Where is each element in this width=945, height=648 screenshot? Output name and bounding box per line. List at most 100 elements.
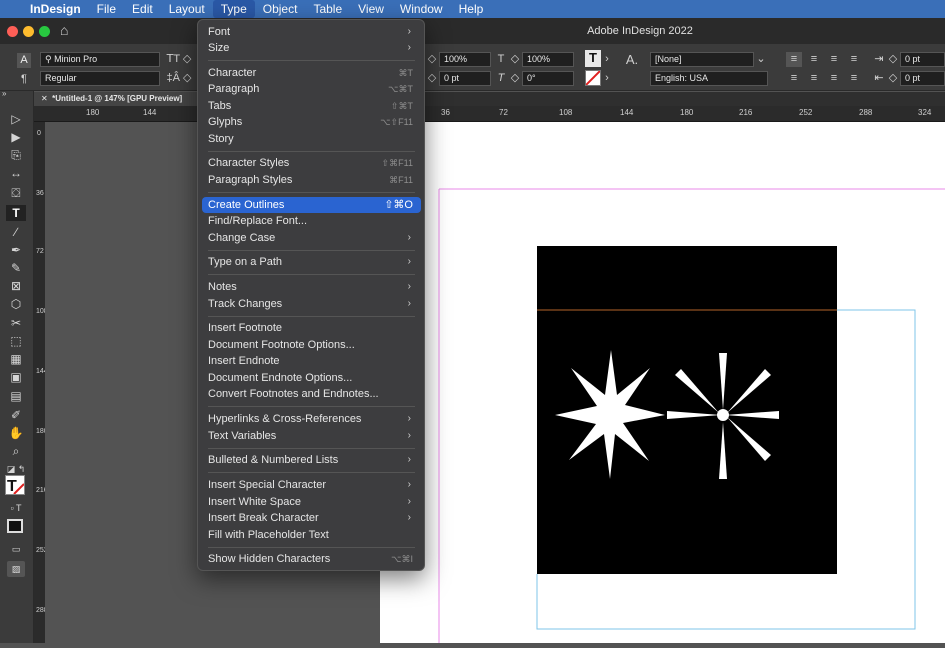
justify-right-icon[interactable]: ≡ xyxy=(826,71,842,86)
font-style-field[interactable]: Regular xyxy=(40,71,160,86)
zoom-window-button[interactable] xyxy=(39,26,50,37)
horizontal-ruler[interactable]: 180 144 36 72 108 144 180 216 252 288 32… xyxy=(34,106,945,122)
page-tool-icon[interactable]: ⎘ xyxy=(6,147,26,163)
horizontal-scale-field[interactable]: 100% xyxy=(522,52,574,67)
baseline-shift-field[interactable]: 0 pt xyxy=(439,71,491,86)
menu-window[interactable]: Window xyxy=(392,0,451,18)
vertical-scale-stepper[interactable]: ◇ xyxy=(427,52,437,67)
close-window-button[interactable] xyxy=(7,26,18,37)
menu-item-insert-footnote[interactable]: Insert Footnote xyxy=(202,320,421,336)
chevron-down-icon[interactable]: ⌄ xyxy=(755,52,767,67)
menu-type[interactable]: Type xyxy=(212,0,255,18)
menu-item-insert-endnote[interactable]: Insert Endnote xyxy=(202,353,421,369)
align-left-icon[interactable]: ≡ xyxy=(786,52,802,67)
menu-item-document-endnote-options[interactable]: Document Endnote Options... xyxy=(202,370,421,386)
preview-mode-icon[interactable]: ▨ xyxy=(7,561,25,577)
menu-item-hyperlinks-cross-references[interactable]: Hyperlinks & Cross-References › xyxy=(202,411,421,427)
text-fill-icon[interactable]: T xyxy=(585,50,601,67)
gradient-swatch-tool-icon[interactable]: ▦ xyxy=(6,351,26,367)
menu-item-story[interactable]: Story xyxy=(202,131,421,147)
menu-item-insert-white-space[interactable]: Insert White Space › xyxy=(202,494,421,510)
line-tool-icon[interactable]: ∕ xyxy=(6,224,26,240)
free-transform-tool-icon[interactable]: ⬚ xyxy=(6,333,26,349)
eyedropper-tool-icon[interactable]: ✐ xyxy=(6,407,26,423)
menu-layout[interactable]: Layout xyxy=(161,0,213,18)
menu-item-glyphs[interactable]: Glyphs ⌥⇧F11 xyxy=(202,114,421,130)
align-right-icon[interactable]: ≡ xyxy=(826,52,842,67)
document-page[interactable] xyxy=(380,122,945,643)
vertical-ruler[interactable]: 0 36 72 108 144 180 216 252 288 xyxy=(34,122,48,643)
selection-tool-icon[interactable]: ▷ xyxy=(6,111,26,127)
rectangle-frame-tool-icon[interactable]: ⊠ xyxy=(6,278,26,294)
screen-mode-icon[interactable]: ▭ xyxy=(6,541,26,557)
document-tab[interactable]: ✕ *Untitled-1 @ 147% [GPU Preview] xyxy=(34,92,197,106)
content-collector-icon[interactable]: ⛋ xyxy=(6,185,26,201)
stroke-none-icon[interactable] xyxy=(585,70,601,86)
menu-item-paragraph[interactable]: Paragraph ⌥⌘T xyxy=(202,81,421,97)
collapse-panel-icon[interactable]: » xyxy=(2,90,22,98)
minimize-window-button[interactable] xyxy=(23,26,34,37)
vertical-scale-field[interactable]: 100% xyxy=(439,52,491,67)
menu-edit[interactable]: Edit xyxy=(124,0,161,18)
character-mode-icon[interactable]: A xyxy=(17,53,31,68)
font-size-icon[interactable]: ꓔT ◇ xyxy=(164,52,194,67)
menu-item-paragraph-styles[interactable]: Paragraph Styles ⌘F11 xyxy=(202,172,421,188)
pencil-tool-icon[interactable]: ✎ xyxy=(6,260,26,276)
leading-icon[interactable]: ‡Â ◇ xyxy=(164,71,194,86)
menu-help[interactable]: Help xyxy=(451,0,492,18)
menu-item-notes[interactable]: Notes › xyxy=(202,279,421,295)
home-icon[interactable]: ⌂ xyxy=(60,22,68,38)
justify-all-icon[interactable]: ≡ xyxy=(846,71,862,86)
menu-item-show-hidden-characters[interactable]: Show Hidden Characters ⌥⌘I xyxy=(202,551,421,567)
polygon-tool-icon[interactable]: ⬡ xyxy=(6,296,26,312)
menu-item-insert-break-character[interactable]: Insert Break Character › xyxy=(202,510,421,526)
skew-stepper[interactable]: ◇ xyxy=(510,71,520,86)
menu-item-change-case[interactable]: Change Case › xyxy=(202,230,421,246)
font-family-field[interactable]: ⚲ Minion Pro xyxy=(40,52,160,67)
horizontal-scale-stepper[interactable]: ◇ xyxy=(510,52,520,67)
hand-tool-icon[interactable]: ✋ xyxy=(6,425,26,441)
left-indent-field[interactable]: 0 pt xyxy=(900,52,945,67)
menu-item-type-on-a-path[interactable]: Type on a Path › xyxy=(202,254,421,270)
first-line-indent-field[interactable]: 0 pt xyxy=(900,71,945,86)
language-field[interactable]: English: USA xyxy=(650,71,768,86)
character-style-field[interactable]: [None] xyxy=(650,52,754,67)
menu-indesign[interactable]: InDesign xyxy=(22,0,89,18)
menu-object[interactable]: Object xyxy=(255,0,306,18)
menu-item-create-outlines[interactable]: Create Outlines ⇧⌘O xyxy=(202,197,421,213)
menu-item-bulleted-numbered-lists[interactable]: Bulleted & Numbered Lists › xyxy=(202,452,421,468)
menu-table[interactable]: Table xyxy=(305,0,350,18)
gap-tool-icon[interactable]: ↔ xyxy=(6,165,26,181)
baseline-shift-stepper[interactable]: ◇ xyxy=(427,71,437,86)
menu-item-fill-with-placeholder-text[interactable]: Fill with Placeholder Text xyxy=(202,527,421,543)
apple-icon[interactable] xyxy=(0,0,22,18)
type-tool-icon[interactable]: T xyxy=(6,205,26,221)
menu-item-insert-special-character[interactable]: Insert Special Character › xyxy=(202,477,421,493)
menu-file[interactable]: File xyxy=(89,0,124,18)
left-indent-stepper[interactable]: ◇ xyxy=(888,52,898,67)
pen-tool-icon[interactable]: ✒ xyxy=(6,242,26,258)
justify-left-icon[interactable]: ≡ xyxy=(786,71,802,86)
note-tool-icon[interactable]: ▤ xyxy=(6,388,26,404)
formatting-affects-icon[interactable]: ▫ T xyxy=(6,500,26,516)
menu-item-convert-footnotes-endnotes[interactable]: Convert Footnotes and Endnotes... xyxy=(202,386,421,402)
menu-item-find-replace-font[interactable]: Find/Replace Font... xyxy=(202,213,421,229)
menu-item-character[interactable]: Character ⌘T xyxy=(202,65,421,81)
menu-item-font[interactable]: Font › xyxy=(202,24,421,40)
menu-item-document-footnote-options[interactable]: Document Footnote Options... xyxy=(202,337,421,353)
gradient-feather-tool-icon[interactable]: ▣ xyxy=(6,369,26,385)
paragraph-mode-icon[interactable]: ¶ xyxy=(17,72,31,87)
menu-item-text-variables[interactable]: Text Variables › xyxy=(202,428,421,444)
justify-icon[interactable]: ≡ xyxy=(846,52,862,67)
scissors-tool-icon[interactable]: ✂ xyxy=(6,315,26,331)
first-line-indent-stepper[interactable]: ◇ xyxy=(888,71,898,86)
chevron-right-icon[interactable]: › xyxy=(602,71,612,86)
direct-selection-tool-icon[interactable]: ▶ xyxy=(6,129,26,145)
menu-item-tabs[interactable]: Tabs ⇧⌘T xyxy=(202,98,421,114)
apply-color-icon[interactable] xyxy=(7,519,23,533)
menu-item-character-styles[interactable]: Character Styles ⇧⌘F11 xyxy=(202,155,421,171)
zoom-tool-icon[interactable]: ⌕ xyxy=(6,443,26,459)
justify-center-icon[interactable]: ≡ xyxy=(806,71,822,86)
chevron-right-icon[interactable]: › xyxy=(602,52,612,67)
menu-item-size[interactable]: Size › xyxy=(202,40,421,56)
